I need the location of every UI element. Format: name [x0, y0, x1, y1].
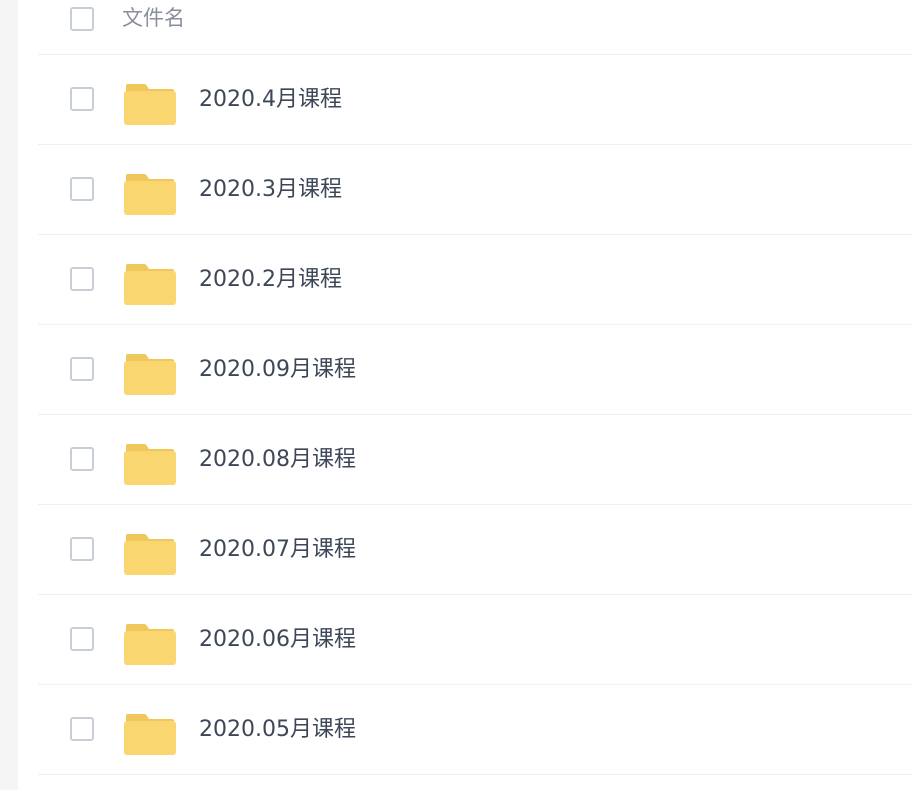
row-checkbox[interactable]	[70, 177, 94, 201]
folder-icon	[124, 623, 176, 665]
row-checkbox[interactable]	[70, 267, 94, 291]
row-checkbox[interactable]	[70, 717, 94, 741]
file-row[interactable]: 2020.08月课程	[38, 415, 912, 505]
file-list: 文件名 2020.4月课程 2020.3月课程 2020.2月课程 2020.0…	[38, 0, 912, 775]
folder-icon	[124, 83, 176, 125]
file-row[interactable]: 2020.3月课程	[38, 145, 912, 235]
row-checkbox[interactable]	[70, 87, 94, 111]
folder-icon	[124, 173, 176, 215]
folder-icon	[124, 353, 176, 395]
folder-icon	[124, 443, 176, 485]
folder-icon	[124, 533, 176, 575]
file-row[interactable]: 2020.4月课程	[38, 55, 912, 145]
file-name-link[interactable]: 2020.05月课程	[199, 715, 356, 745]
column-header-filename: 文件名	[122, 6, 185, 30]
file-name-link[interactable]: 2020.09月课程	[199, 355, 356, 385]
file-name-link[interactable]: 2020.08月课程	[199, 445, 356, 475]
folder-icon	[124, 263, 176, 305]
select-all-checkbox[interactable]	[70, 7, 94, 31]
file-row[interactable]: 2020.05月课程	[38, 685, 912, 775]
row-checkbox[interactable]	[70, 537, 94, 561]
file-name-link[interactable]: 2020.3月课程	[199, 175, 342, 205]
file-list-header: 文件名	[38, 0, 912, 55]
file-row[interactable]: 2020.06月课程	[38, 595, 912, 685]
file-name-link[interactable]: 2020.07月课程	[199, 535, 356, 565]
file-name-link[interactable]: 2020.4月课程	[199, 85, 342, 115]
row-checkbox[interactable]	[70, 447, 94, 471]
file-row[interactable]: 2020.2月课程	[38, 235, 912, 325]
row-checkbox[interactable]	[70, 627, 94, 651]
row-checkbox[interactable]	[70, 357, 94, 381]
file-name-link[interactable]: 2020.2月课程	[199, 265, 342, 295]
file-row[interactable]: 2020.09月课程	[38, 325, 912, 415]
sidebar-edge	[0, 0, 18, 790]
folder-icon	[124, 713, 176, 755]
file-name-link[interactable]: 2020.06月课程	[199, 625, 356, 655]
file-browser-page: 文件名 2020.4月课程 2020.3月课程 2020.2月课程 2020.0…	[0, 0, 912, 790]
file-row[interactable]: 2020.07月课程	[38, 505, 912, 595]
